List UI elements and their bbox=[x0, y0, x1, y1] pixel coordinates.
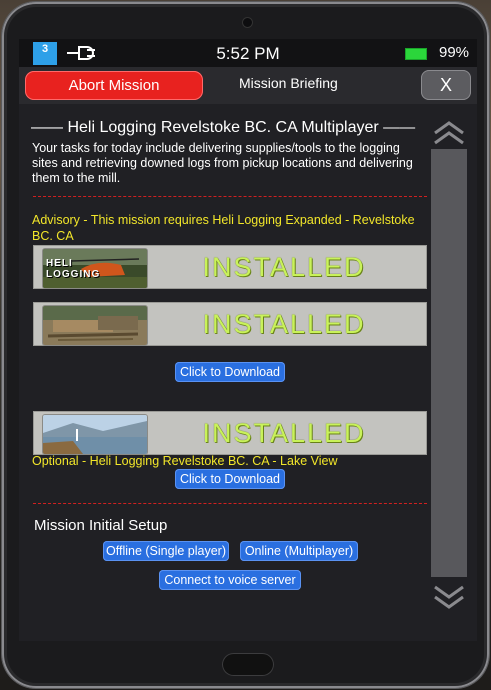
scroll-up-icon[interactable] bbox=[431, 119, 467, 149]
mission-title: —— Heli Logging Revelstoke BC. CA Multip… bbox=[31, 119, 416, 136]
connect-voice-server-button[interactable]: Connect to voice server bbox=[159, 570, 301, 590]
home-button[interactable] bbox=[222, 653, 274, 676]
mission-description: Your tasks for today include delivering … bbox=[32, 141, 413, 185]
lake-view-thumbnail bbox=[42, 414, 148, 455]
setup-title: Mission Initial Setup bbox=[34, 517, 168, 534]
abort-mission-button[interactable]: Abort Mission bbox=[25, 71, 203, 100]
installed-status: INSTALLED bbox=[202, 309, 366, 339]
download-button[interactable]: Click to Download bbox=[175, 362, 285, 382]
briefing-content: —— Heli Logging Revelstoke BC. CA Multip… bbox=[19, 105, 429, 641]
section-divider bbox=[33, 196, 427, 197]
advisory-item-row: INSTALLED bbox=[33, 302, 427, 346]
heli-logging-thumbnail: HELI LOGGING bbox=[42, 248, 148, 289]
thumb-logo-text: HELI LOGGING bbox=[46, 258, 101, 280]
download-button[interactable]: Click to Download bbox=[175, 469, 285, 489]
offline-single-player-button[interactable]: Offline (Single player) bbox=[103, 541, 229, 561]
installed-status: INSTALLED bbox=[202, 252, 366, 282]
page-title: Mission Briefing bbox=[239, 75, 338, 91]
installed-status: INSTALLED bbox=[202, 418, 366, 448]
close-button[interactable]: X bbox=[421, 70, 471, 100]
optional-item-row: INSTALLED bbox=[33, 411, 427, 455]
battery-icon bbox=[405, 48, 427, 60]
advisory-item-row: HELI LOGGING INSTALLED bbox=[33, 245, 427, 289]
status-bar: 3 5:52 PM 99% bbox=[19, 39, 477, 67]
screen: 3 5:52 PM 99% Abort Mission Mission Brie… bbox=[19, 39, 477, 641]
online-multiplayer-button[interactable]: Online (Multiplayer) bbox=[240, 541, 358, 561]
optional-text: Optional - Heli Logging Revelstoke BC. C… bbox=[32, 454, 338, 468]
mill-thumbnail bbox=[42, 305, 148, 346]
briefing-header: Abort Mission Mission Briefing X bbox=[19, 67, 477, 104]
tablet-frame: 3 5:52 PM 99% Abort Mission Mission Brie… bbox=[2, 2, 489, 688]
advisory-text: Advisory - This mission requires Heli Lo… bbox=[32, 213, 415, 243]
scroll-down-icon[interactable] bbox=[431, 581, 467, 611]
camera-dot bbox=[243, 18, 252, 27]
battery-percent: 99% bbox=[439, 44, 470, 61]
section-divider bbox=[33, 503, 427, 504]
scrollbar-thumb[interactable] bbox=[431, 149, 467, 577]
